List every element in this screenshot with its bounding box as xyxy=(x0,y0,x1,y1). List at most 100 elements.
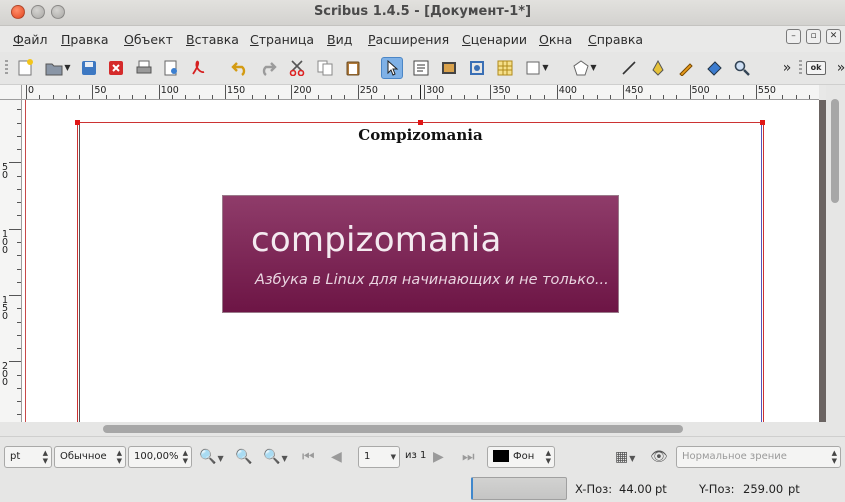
pdf-export-icon[interactable] xyxy=(187,57,209,79)
ruler-tick xyxy=(384,95,386,99)
paste-icon[interactable] xyxy=(342,57,364,79)
zoom-in-icon[interactable]: 🔍▼ xyxy=(263,448,288,468)
ruler-label: 450 xyxy=(625,85,644,96)
x-position-label: X-Поз: xyxy=(575,482,613,496)
menu-object-mnemonic: О xyxy=(124,32,134,47)
menu-scripts[interactable]: Сценарии xyxy=(462,32,527,47)
vision-mode-select[interactable]: Нормальное зрение ▲ ▼ xyxy=(676,446,841,468)
banner-image-frame[interactable]: compizomania Азбука в Linux для начинающ… xyxy=(222,195,619,313)
menu-extras-label: асширения xyxy=(375,32,450,47)
document-heading[interactable]: Compizomania xyxy=(22,126,819,144)
menu-page-label: траница xyxy=(258,32,315,47)
ruler-tick xyxy=(9,295,21,297)
first-page-icon[interactable]: ⏮ xyxy=(302,448,315,466)
last-page-icon[interactable]: ⏭ xyxy=(462,448,475,466)
menu-insert-label: ставка xyxy=(194,32,239,47)
ruler-tick xyxy=(17,334,21,336)
menu-object[interactable]: Объект xyxy=(124,32,173,47)
polygon-icon[interactable]: ▼ xyxy=(570,57,600,79)
close-document-icon[interactable] xyxy=(105,57,127,79)
vertical-ruler[interactable]: 5 0 1 0 0 1 5 0 2 0 0 xyxy=(0,100,22,422)
toolbar-overflow-button[interactable]: » xyxy=(776,57,798,79)
ruler-tick xyxy=(596,95,598,99)
previous-page-icon[interactable]: ◀ xyxy=(331,448,342,466)
ruler-tick xyxy=(689,85,691,99)
line-icon[interactable] xyxy=(618,57,640,79)
eye-preview-icon[interactable]: 👁 xyxy=(650,448,668,466)
selection-handle-top-right[interactable] xyxy=(760,120,765,125)
mdi-minimize-icon[interactable]: – xyxy=(786,29,801,44)
redo-icon[interactable] xyxy=(257,57,279,79)
ruler-label: 0 xyxy=(28,85,35,96)
ruler-tick xyxy=(17,414,21,416)
next-page-icon[interactable]: ▶ xyxy=(433,448,444,466)
zoom-out-icon[interactable]: 🔍▼ xyxy=(199,448,224,468)
selection-handle-top-left[interactable] xyxy=(75,120,80,125)
ruler-tick xyxy=(437,95,439,99)
ruler-tick xyxy=(65,95,67,99)
menu-edit[interactable]: Правка xyxy=(61,32,109,47)
y-position-label: Y-Поз: xyxy=(699,482,735,496)
zoom-100-icon[interactable]: 🔍 xyxy=(235,448,252,466)
new-document-icon[interactable] xyxy=(14,57,36,79)
document-canvas[interactable]: Compizomania compizomania Азбука в Linux… xyxy=(22,100,819,422)
vertical-scrollbar-thumb[interactable] xyxy=(831,99,839,203)
ruler-tick xyxy=(17,188,21,190)
print-icon[interactable] xyxy=(133,57,155,79)
menu-extras[interactable]: Расширения xyxy=(368,32,449,47)
cut-icon[interactable] xyxy=(286,57,308,79)
zoom-icon[interactable] xyxy=(731,57,753,79)
x-position-unit: pt xyxy=(655,482,667,496)
preview-mode-select[interactable]: Обычное ▲ ▼ xyxy=(54,446,126,468)
ruler-tick xyxy=(371,95,373,99)
vertical-scrollbar[interactable] xyxy=(826,85,845,422)
menu-windows[interactable]: Окна xyxy=(539,32,572,47)
freehand-icon[interactable] xyxy=(675,57,697,79)
layer-select[interactable]: Фон ▲ ▼ xyxy=(487,446,555,468)
render-frame-icon[interactable] xyxy=(466,57,488,79)
ruler-tick xyxy=(17,255,21,257)
table-icon[interactable] xyxy=(494,57,516,79)
rotate-icon[interactable] xyxy=(703,57,725,79)
ruler-tick xyxy=(755,85,757,99)
horizontal-scrollbar-thumb[interactable] xyxy=(103,425,683,433)
ruler-tick xyxy=(450,95,452,99)
save-icon[interactable] xyxy=(78,57,100,79)
horizontal-ruler[interactable]: 0 50 100 150 200 250 300 350 400 450 500 550 xyxy=(22,85,819,100)
mdi-close-icon[interactable]: ✕ xyxy=(826,29,841,44)
menu-page-mnemonic: С xyxy=(250,32,259,47)
unit-value: pt xyxy=(10,451,21,462)
menu-page[interactable]: Страница xyxy=(250,32,314,47)
menu-view-label: ид xyxy=(335,32,353,47)
horizontal-scrollbar[interactable] xyxy=(0,422,845,436)
open-icon[interactable]: ▼ xyxy=(44,57,72,79)
selection-handle-top-middle[interactable] xyxy=(418,120,423,125)
undo-icon[interactable] xyxy=(229,57,251,79)
menu-file[interactable]: Файл xyxy=(13,32,48,47)
ruler-label: 300 xyxy=(426,85,445,96)
menu-view[interactable]: Вид xyxy=(327,32,352,47)
ruler-label: 100 xyxy=(160,85,179,96)
ok-button[interactable]: ok xyxy=(806,61,826,75)
mdi-restore-icon[interactable]: ▫ xyxy=(806,29,821,44)
menu-windows-label: кна xyxy=(548,32,573,47)
image-frame-icon[interactable] xyxy=(438,57,460,79)
unit-select[interactable]: pt ▲ ▼ xyxy=(4,446,52,468)
toolbar-overflow-button-2[interactable]: » xyxy=(830,57,845,79)
ruler-tick xyxy=(17,241,21,243)
color-mode-icon[interactable]: ▦▼ xyxy=(615,448,635,468)
text-frame-icon[interactable] xyxy=(410,57,432,79)
select-tool-icon[interactable] xyxy=(381,57,403,79)
bezier-icon[interactable] xyxy=(647,57,669,79)
ruler-tick xyxy=(543,95,545,99)
copy-icon[interactable] xyxy=(314,57,336,79)
spin-arrows-icon: ▲ ▼ xyxy=(116,449,122,465)
layer-color-swatch xyxy=(493,450,509,462)
ruler-tick xyxy=(251,95,253,99)
menu-help[interactable]: Справка xyxy=(588,32,643,47)
menu-insert[interactable]: Вставка xyxy=(186,32,239,47)
page-number-select[interactable]: 1 ▼ xyxy=(358,446,400,468)
preflight-icon[interactable] xyxy=(160,57,182,79)
zoom-field[interactable]: 100,00% ▲ ▼ xyxy=(128,446,192,468)
shape-icon[interactable]: ▼ xyxy=(522,57,552,79)
